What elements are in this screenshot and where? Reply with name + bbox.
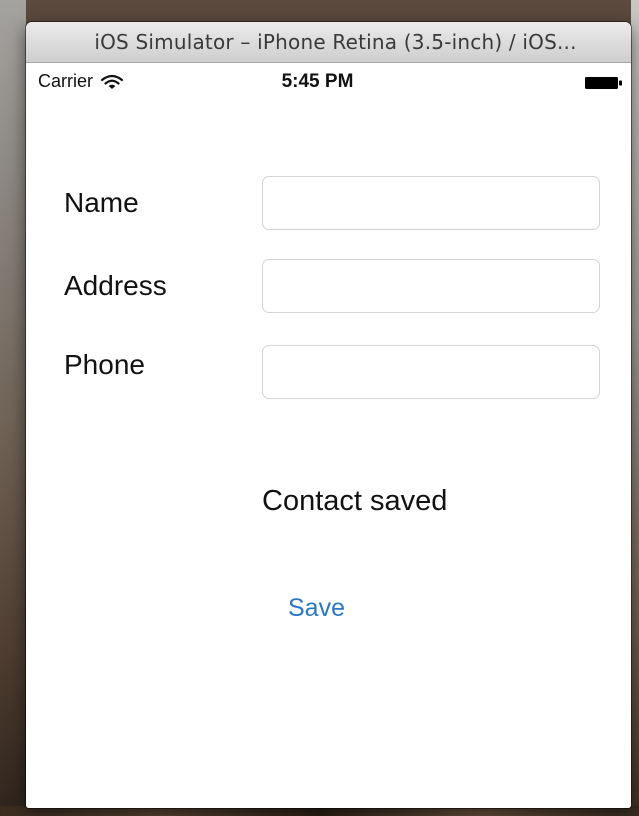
name-label: Name bbox=[64, 187, 139, 218]
ios-status-bar: Carrier 5:45 PM bbox=[26, 63, 631, 103]
window-titlebar[interactable]: iOS Simulator – iPhone Retina (3.5-inch)… bbox=[26, 22, 631, 63]
status-time: 5:45 PM bbox=[281, 71, 354, 92]
save-button[interactable]: Save bbox=[288, 594, 345, 623]
address-label: Address bbox=[64, 270, 167, 301]
name-field[interactable] bbox=[262, 176, 600, 230]
status-message: Contact saved bbox=[262, 485, 448, 517]
desktop-background bbox=[0, 0, 26, 816]
phone-label: Phone bbox=[64, 349, 145, 380]
battery-icon bbox=[585, 77, 622, 89]
address-field[interactable] bbox=[262, 259, 600, 313]
phone-field[interactable] bbox=[262, 345, 600, 399]
window-title: iOS Simulator – iPhone Retina (3.5-inch)… bbox=[94, 30, 577, 54]
simulator-window: iOS Simulator – iPhone Retina (3.5-inch)… bbox=[26, 22, 631, 808]
desktop-background-right bbox=[631, 0, 639, 816]
device-screen: Carrier 5:45 PM Name Address Phone Conta… bbox=[26, 63, 631, 808]
